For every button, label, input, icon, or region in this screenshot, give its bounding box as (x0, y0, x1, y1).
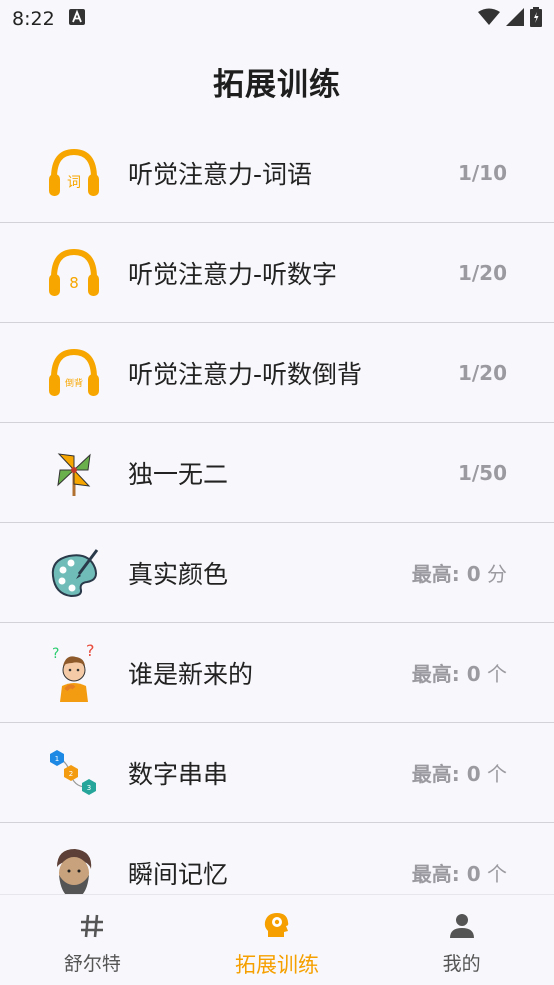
list-item-newcomer[interactable]: ? ? 谁是新来的 最高: 0 个 (0, 623, 554, 723)
list-item-label: 听觉注意力-听数字 (128, 259, 338, 289)
person-icon (448, 909, 476, 943)
svg-text:1: 1 (55, 755, 59, 763)
headphones-reverse-icon-text: 倒背 (65, 377, 83, 389)
headphones-ci-icon-text: 词 (67, 175, 81, 191)
svg-text:?: ? (52, 646, 59, 662)
number-chain-icon: 1 2 3 (46, 743, 102, 803)
list-item-label: 谁是新来的 (128, 659, 254, 689)
page-title: 拓展训练 (213, 66, 341, 103)
svg-text:?: ? (86, 644, 95, 660)
list-item-numbers[interactable]: 8 听觉注意力-听数字 1/20 (0, 223, 554, 323)
nav-label-me: 我的 (442, 953, 481, 975)
paint-palette-icon (46, 543, 102, 603)
headphones-eight-icon-text: 8 (69, 274, 79, 292)
list-item-reverse-numbers[interactable]: 倒背 听觉注意力-听数倒背 1/20 (0, 323, 554, 423)
list-item-label: 瞬间记忆 (128, 859, 229, 889)
list-item-label: 真实颜色 (128, 559, 229, 589)
list-item-unique[interactable]: 独一无二 1/50 (0, 423, 554, 523)
pinwheel-icon (46, 443, 102, 503)
list-item-label: 听觉注意力-听数倒背 (128, 359, 363, 389)
signal-icon (506, 7, 524, 31)
bottom-nav: 舒尔特 拓展训练 我的 (0, 894, 554, 985)
confused-person-icon: ? ? (46, 643, 102, 703)
list-item-progress: 1/50 (457, 460, 507, 485)
list-item-label: 听觉注意力-词语 (128, 159, 313, 189)
brain-gear-icon (262, 909, 292, 943)
headphones-reverse-icon: 倒背 (46, 343, 102, 403)
training-list: 词 听觉注意力-词语 1/10 8 听觉注意力-听数字 1/20 倒背 听觉注意… (0, 123, 554, 923)
list-item-best-score: 最高: 0 分 (411, 562, 507, 586)
nav-label-schulte: 舒尔特 (63, 953, 121, 975)
nav-tab-me[interactable]: 我的 (369, 895, 554, 985)
status-time: 8:22 (12, 8, 55, 30)
svg-text:2: 2 (69, 770, 73, 778)
list-item-progress: 1/10 (457, 160, 507, 185)
svg-text:3: 3 (87, 784, 91, 792)
nav-tab-training[interactable]: 拓展训练 (185, 895, 370, 985)
title-bar: 拓展训练 (0, 38, 554, 124)
nav-tab-schulte[interactable]: 舒尔特 (0, 895, 185, 985)
list-item-label: 数字串串 (128, 759, 229, 789)
battery-icon (530, 6, 542, 32)
list-item-number-chain[interactable]: 1 2 3 数字串串 最高: 0 个 (0, 723, 554, 823)
list-item-words[interactable]: 词 听觉注意力-词语 1/10 (0, 123, 554, 223)
list-item-best-score: 最高: 0 个 (411, 862, 507, 886)
headphones-eight-icon: 8 (46, 243, 102, 303)
list-item-best-score: 最高: 0 个 (411, 762, 507, 786)
wifi-icon (478, 8, 500, 31)
list-item-best-score: 最高: 0 个 (411, 662, 507, 686)
list-item-true-color[interactable]: 真实颜色 最高: 0 分 (0, 523, 554, 623)
notification-a-icon (68, 8, 85, 30)
nav-label-training: 拓展训练 (235, 953, 319, 977)
list-item-progress: 1/20 (457, 360, 507, 385)
list-item-progress: 1/20 (457, 260, 507, 285)
list-item-label: 独一无二 (128, 459, 229, 489)
status-bar: 8:22 (0, 0, 554, 38)
hash-icon (78, 909, 106, 943)
headphones-ci-icon: 词 (46, 143, 102, 203)
